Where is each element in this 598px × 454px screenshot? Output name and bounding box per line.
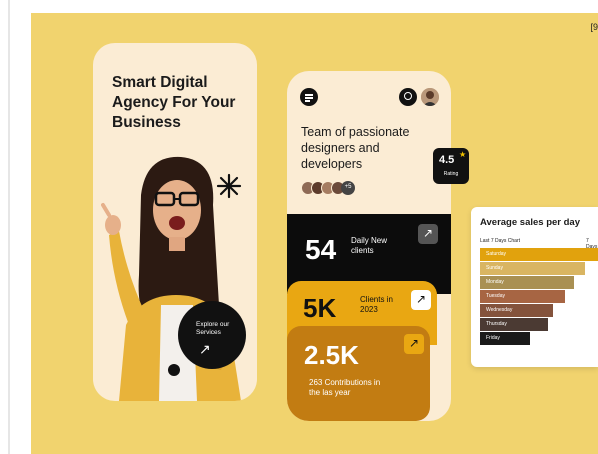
stat-value: 54 [305,234,337,265]
explore-services-button[interactable]: Explore our Services ↗ [178,301,246,369]
hero-phone-card: Smart Digital Agency For Your Business E… [93,43,257,401]
sales-bar-thursday: Thursday [480,318,548,331]
stat-label: Daily New clients [351,236,388,255]
sales-bar-wednesday: Wednesday [480,304,553,317]
menu-line [305,94,313,96]
stat-value: 2.5K [304,340,359,370]
rating-label: Rating [443,171,459,177]
arrow-up-right-icon[interactable]: ↗ [418,224,438,244]
arrow-up-right-icon[interactable]: ↗ [404,334,424,354]
sales-bar-monday: Monday [480,276,574,289]
sales-bar-saturday: Saturday [480,248,598,261]
team-description: Team of passionate designers and develop… [301,125,410,171]
corner-tag: [9 [590,22,598,32]
hero-headline: Smart Digital Agency For Your Business [112,74,236,131]
decor-dot [168,364,180,376]
avatar-more-count: +5 [341,181,355,195]
explore-label: Explore our Services [196,321,230,336]
menu-line [305,100,310,102]
sales-chart-card: Average sales per day Last 7 Days Chart … [471,207,598,367]
stat-value: 5K [303,293,337,323]
sales-title: Average sales per day [480,217,580,228]
stat-label: Clients in 2023 [360,295,393,314]
menu-icon[interactable] [300,88,318,106]
showcase-canvas: [9 Smart Digital Agency For Your Busines… [31,13,598,454]
sales-subtitle: Last 7 Days Chart [480,238,521,244]
arrow-up-right-icon[interactable]: ↗ [411,290,431,310]
sales-bar-tuesday: Tuesday [480,290,565,303]
search-icon[interactable] [399,88,417,106]
menu-line [305,97,313,99]
gutter-divider [8,0,10,454]
stats-phone-card: Team of passionate designers and develop… [287,71,451,421]
star-icon: ★ [459,150,467,159]
rating-value: 4.5 [439,154,455,166]
profile-photo [421,88,439,106]
left-gutter [0,0,31,454]
sales-bar-friday: Friday [480,332,530,345]
stat-card-contributions: 2.5K 263 Contributions in the las year ↗ [287,326,430,421]
sales-bar-sunday: Sunday [480,262,585,275]
rating-badge: 4.5 ★ Rating [433,148,469,184]
avatar[interactable] [421,88,439,106]
arrow-up-right-icon: ↗ [199,341,211,357]
stat-label: 263 Contributions in the las year [309,378,381,397]
